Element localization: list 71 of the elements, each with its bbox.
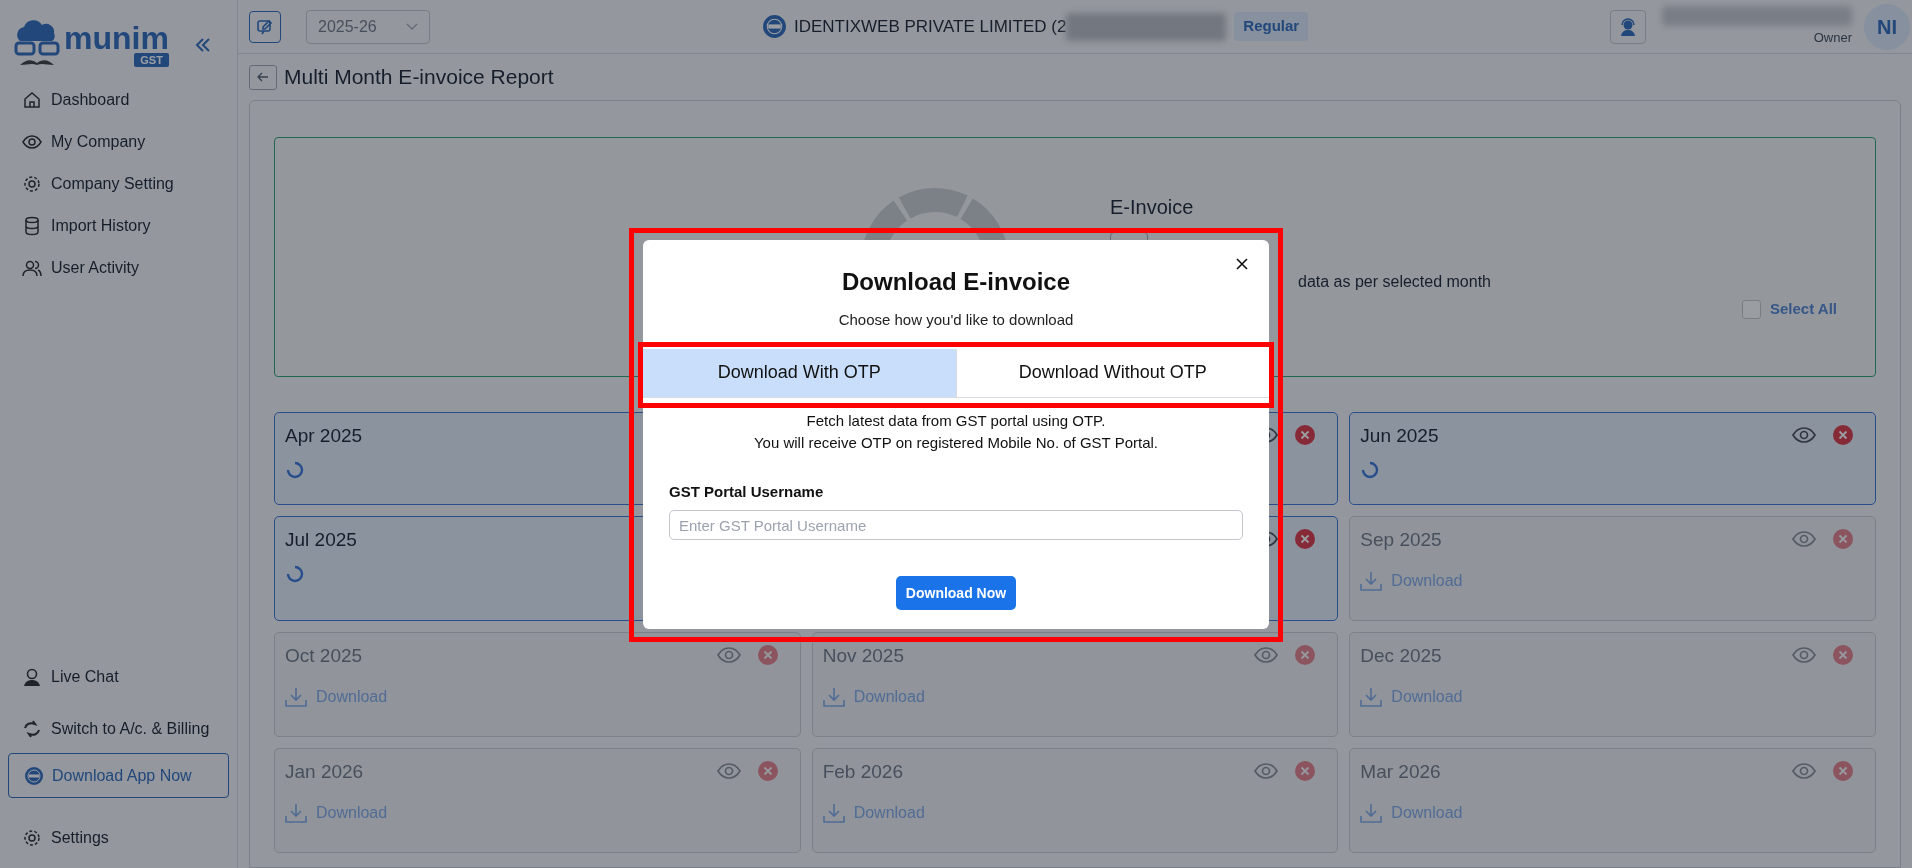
- month-title: Jul 2025: [285, 528, 357, 552]
- view-icon[interactable]: [1792, 426, 1816, 444]
- month-title: Jun 2025: [1360, 424, 1439, 448]
- gst-seal-icon: [762, 14, 787, 39]
- user-avatar[interactable]: NI: [1864, 3, 1910, 50]
- back-arrow-icon[interactable]: [257, 72, 269, 82]
- sidebar-item[interactable]: My Company: [22, 130, 237, 154]
- download-icon[interactable]: [285, 802, 307, 823]
- download-icon[interactable]: [1360, 802, 1383, 823]
- month-title: Apr 2025: [285, 424, 363, 448]
- user-role: Owner: [1813, 28, 1852, 47]
- tab[interactable]: Download With OTP: [643, 348, 956, 397]
- sidebar-item[interactable]: Company Setting: [22, 172, 237, 196]
- download-icon[interactable]: [822, 686, 845, 707]
- summary-note: data as per selected month: [1297, 272, 1491, 292]
- month-title: Dec 2025: [1360, 644, 1442, 668]
- remove-icon[interactable]: [1295, 529, 1316, 549]
- collapse-icon[interactable]: [194, 38, 211, 52]
- dialog-subtitle: Choose how you'd like to download: [838, 310, 1074, 330]
- month-title: Oct 2025: [285, 644, 363, 668]
- dialog-description: Fetch latest data from GST portal using OTP.: [806, 410, 1106, 431]
- sidebar-item[interactable]: User Activity: [22, 256, 237, 280]
- download-now-button[interactable]: Download Now: [895, 576, 1017, 610]
- agent-icon: [22, 667, 42, 687]
- caret-icon[interactable]: [406, 22, 418, 31]
- users-icon: [22, 258, 42, 278]
- home-icon: [22, 90, 42, 110]
- database-icon: [22, 216, 42, 236]
- select-all-checkbox[interactable]: Select All: [1742, 298, 1837, 321]
- seal-icon: [24, 765, 44, 786]
- brand-name: munim: [64, 23, 169, 53]
- sidebar-item[interactable]: Live Chat: [0, 665, 237, 689]
- sidebar-item[interactable]: Switch to A/c. & Billing: [0, 717, 237, 741]
- field-label: GST Portal Username: [669, 481, 825, 502]
- month-title: Mar 2026: [1360, 760, 1441, 784]
- gear-icon: [22, 174, 42, 194]
- download-app-button[interactable]: Download App Now: [8, 753, 229, 798]
- sidebar-item[interactable]: Settings: [0, 826, 237, 850]
- spinner-icon: [285, 563, 305, 584]
- support-button[interactable]: [1610, 9, 1646, 44]
- download-icon[interactable]: [822, 802, 845, 823]
- summary-heading: E-Invoice: [1110, 195, 1195, 220]
- close-icon[interactable]: [1235, 257, 1249, 271]
- dialog-description: You will receive OTP on registered Mobile No. of GST Portal.: [753, 432, 1159, 453]
- sidebar-item[interactable]: Import History: [22, 214, 237, 238]
- brand-tag: GST: [134, 53, 169, 67]
- dialog-title: Download E-invoice: [842, 267, 1070, 297]
- page-title: Multi Month E-invoice Report: [284, 64, 554, 91]
- month-title: Jan 2026: [285, 760, 364, 784]
- edit-icon[interactable]: [256, 17, 274, 36]
- sidebar-item[interactable]: Dashboard: [22, 88, 237, 112]
- username-field[interactable]: Enter GST Portal Username: [669, 510, 1243, 540]
- download-icon[interactable]: [1360, 686, 1383, 707]
- year-dropdown[interactable]: 2025-26: [306, 9, 430, 44]
- switch-icon: [22, 719, 42, 739]
- edit-note-button[interactable]: [249, 10, 281, 43]
- back-button[interactable]: [249, 64, 277, 90]
- company-type-badge: Regular: [1234, 12, 1309, 41]
- company-name: IDENTIXWEB PRIVATE LIMITED (2: [794, 15, 1067, 38]
- headset-person-icon[interactable]: [1618, 16, 1638, 37]
- remove-icon[interactable]: [1295, 425, 1316, 445]
- eye-icon: [22, 132, 42, 152]
- remove-icon[interactable]: [1833, 425, 1853, 445]
- spinner-icon: [1360, 459, 1381, 480]
- spinner-icon: [285, 459, 305, 480]
- month-title: Feb 2026: [822, 760, 903, 784]
- month-title: Nov 2025: [822, 644, 904, 668]
- download-icon[interactable]: [285, 686, 307, 707]
- gear-icon: [22, 828, 42, 848]
- download-icon[interactable]: [1360, 570, 1383, 591]
- month-title: Sep 2025: [1360, 528, 1442, 552]
